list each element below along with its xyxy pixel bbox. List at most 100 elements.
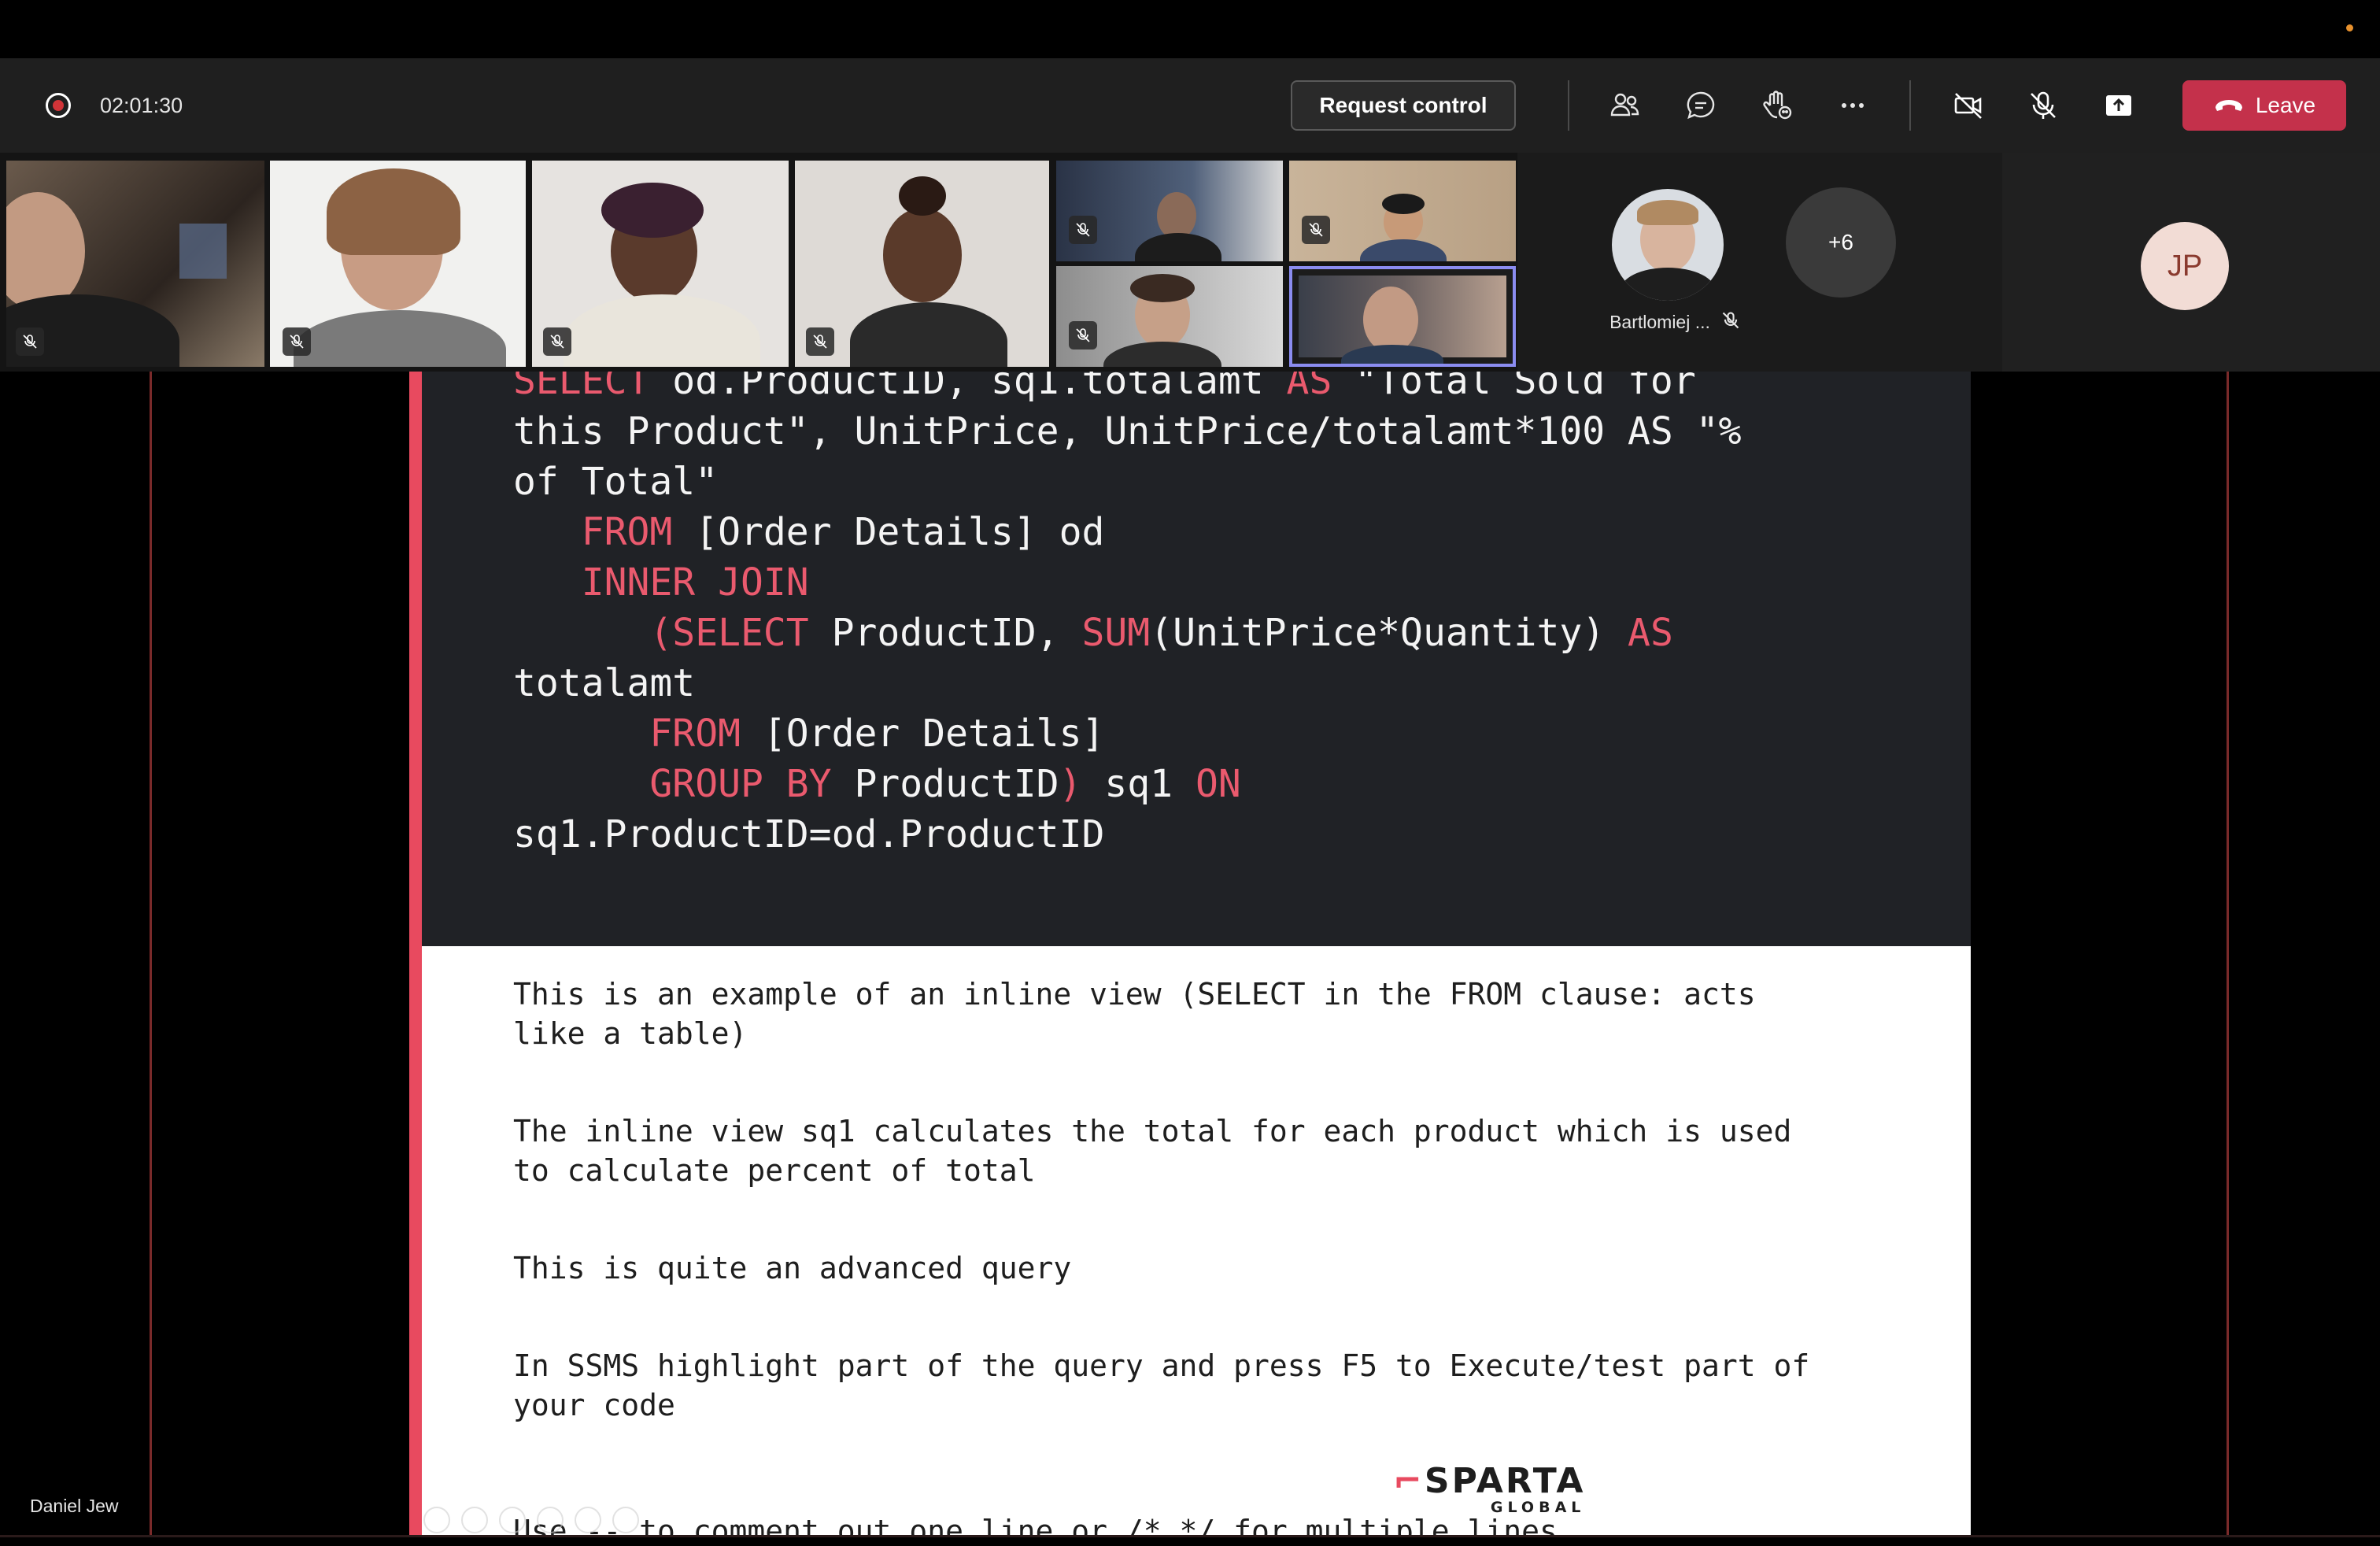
- code-line: FROM [Order Details]: [513, 708, 1742, 759]
- note-text: The inline view sq1 calculates the total…: [513, 1114, 1792, 1188]
- code-keyword: SELECT: [513, 372, 650, 403]
- more-options-icon[interactable]: [1832, 85, 1873, 126]
- people-icon[interactable]: [1604, 85, 1645, 126]
- code-line: FROM [Order Details] od: [513, 507, 1742, 557]
- sql-code: SELECT od.ProductID, sq1.totalamt AS "To…: [513, 372, 1742, 860]
- active-speaker-video-tile[interactable]: [1289, 266, 1516, 367]
- muted-mic-icon: [806, 327, 834, 356]
- muted-mic-icon: [1302, 216, 1330, 244]
- sparta-global-logo: ⌐SPARTA GLOBAL: [1393, 1461, 1586, 1517]
- participant-video-tile[interactable]: [6, 161, 264, 367]
- leave-button[interactable]: Leave: [2182, 80, 2346, 131]
- participant-video-tile[interactable]: [532, 161, 789, 367]
- toolbar-divider: [1909, 80, 1911, 131]
- meeting-timer: 02:01:30: [100, 94, 183, 117]
- muted-mic-icon: [283, 327, 311, 356]
- pen-icon[interactable]: [499, 1507, 526, 1533]
- note-text: This is quite an advanced query: [513, 1251, 1072, 1285]
- recording-icon: [46, 93, 71, 118]
- participant-video-tile[interactable]: [1056, 266, 1283, 367]
- code-line: totalamt: [513, 658, 1742, 708]
- code-keyword: INNER JOIN: [581, 560, 809, 605]
- code-line: sq1.ProductID=od.ProductID: [513, 809, 1742, 860]
- share-border-right: [2227, 372, 2229, 1535]
- code-line: SELECT od.ProductID, sq1.totalamt AS "To…: [513, 372, 1742, 406]
- participant-video-tile[interactable]: [1289, 161, 1516, 261]
- code-text: od.ProductID, sq1.totalamt: [649, 372, 1287, 403]
- meeting-toolbar: 02:01:30 Request control Leave: [0, 58, 2380, 153]
- code-keyword: AS: [1286, 372, 1332, 403]
- phone-hangup-icon: [2215, 100, 2242, 111]
- code-text: ProductID: [831, 762, 1059, 806]
- code-text: [Order Details]: [740, 712, 1105, 756]
- camera-off-icon[interactable]: [1948, 85, 1989, 126]
- slide-navigation-controls: [423, 1507, 639, 1533]
- request-control-button[interactable]: Request control: [1291, 80, 1516, 131]
- muted-mic-icon: [1722, 312, 1739, 329]
- more-participants-button[interactable]: +6: [1786, 187, 1896, 298]
- code-keyword: SUM: [1081, 611, 1151, 655]
- code-keyword: FROM: [581, 510, 673, 554]
- code-line: (SELECT ProductID, SUM(UnitPrice*Quantit…: [513, 608, 1742, 658]
- chat-icon[interactable]: [1680, 85, 1721, 126]
- code-line: INNER JOIN: [513, 557, 1742, 608]
- code-text: "Total Sold for: [1332, 372, 1696, 403]
- slide-accent-bar: [409, 372, 422, 1535]
- participant-video-tile[interactable]: [270, 161, 526, 367]
- code-text: sq1: [1081, 762, 1196, 806]
- self-avatar[interactable]: JP: [2141, 222, 2229, 310]
- grid-icon[interactable]: [537, 1507, 564, 1533]
- logo-top-text: SPARTA: [1424, 1461, 1586, 1501]
- toolbar-divider: [1568, 80, 1569, 131]
- share-tray-icon[interactable]: [2098, 85, 2139, 126]
- next-slide-icon[interactable]: [461, 1507, 488, 1533]
- muted-mic-icon: [16, 327, 44, 356]
- code-text: (UnitPrice*Quantity): [1150, 611, 1628, 655]
- participant-name: Bartlomiej ...: [1609, 312, 1710, 332]
- muted-mic-icon: [543, 327, 571, 356]
- code-line: GROUP BY ProductID) sq1 ON: [513, 759, 1742, 809]
- note-text: This is an example of an inline view (SE…: [513, 977, 1756, 1051]
- code-text: [Order Details] od: [672, 510, 1105, 554]
- code-line: of Total": [513, 457, 1742, 507]
- code-keyword: FROM: [649, 712, 741, 756]
- options-icon[interactable]: [612, 1507, 639, 1533]
- raise-hand-icon[interactable]: [1757, 85, 1798, 126]
- code-text: ProductID,: [808, 611, 1082, 655]
- notification-dot: [2346, 24, 2353, 31]
- presenter-name: Daniel Jew: [30, 1496, 119, 1516]
- share-border-left: [150, 372, 152, 1535]
- previous-slide-icon[interactable]: [423, 1507, 450, 1533]
- muted-mic-icon: [1069, 216, 1097, 244]
- code-text: sq1.ProductID=od.ProductID: [513, 812, 1105, 856]
- participant-video-tile[interactable]: [795, 161, 1049, 367]
- code-keyword: (SELECT: [649, 611, 809, 655]
- code-block: SELECT od.ProductID, sq1.totalamt AS "To…: [422, 372, 1971, 946]
- code-keyword: ): [1059, 762, 1082, 806]
- zoom-icon[interactable]: [575, 1507, 601, 1533]
- code-line: this Product", UnitPrice, UnitPrice/tota…: [513, 406, 1742, 457]
- code-keyword: AS: [1628, 611, 1673, 655]
- window-top-bar: [0, 0, 2380, 58]
- participant-avatar[interactable]: [1612, 189, 1724, 301]
- stage-bottom-border: [0, 1535, 2380, 1537]
- participant-video-tile[interactable]: [1056, 161, 1283, 261]
- code-text: totalamt: [513, 661, 696, 705]
- presentation-slide: SELECT od.ProductID, sq1.totalamt AS "To…: [409, 372, 1971, 1535]
- logo-accent: ⌐: [1393, 1461, 1425, 1501]
- code-text: this Product", UnitPrice, UnitPrice/tota…: [513, 409, 1742, 453]
- muted-mic-icon: [1069, 321, 1097, 350]
- code-keyword: ON: [1195, 762, 1241, 806]
- code-text: of Total": [513, 460, 719, 504]
- code-keyword: GROUP BY: [649, 762, 832, 806]
- logo-bottom-text: GLOBAL: [1490, 1499, 1586, 1516]
- mic-off-icon[interactable]: [2023, 85, 2064, 126]
- slide-notes: This is an example of an inline view (SE…: [422, 946, 1971, 1535]
- note-text: In SSMS highlight part of the query and …: [513, 1348, 1810, 1422]
- leave-label: Leave: [2255, 93, 2316, 117]
